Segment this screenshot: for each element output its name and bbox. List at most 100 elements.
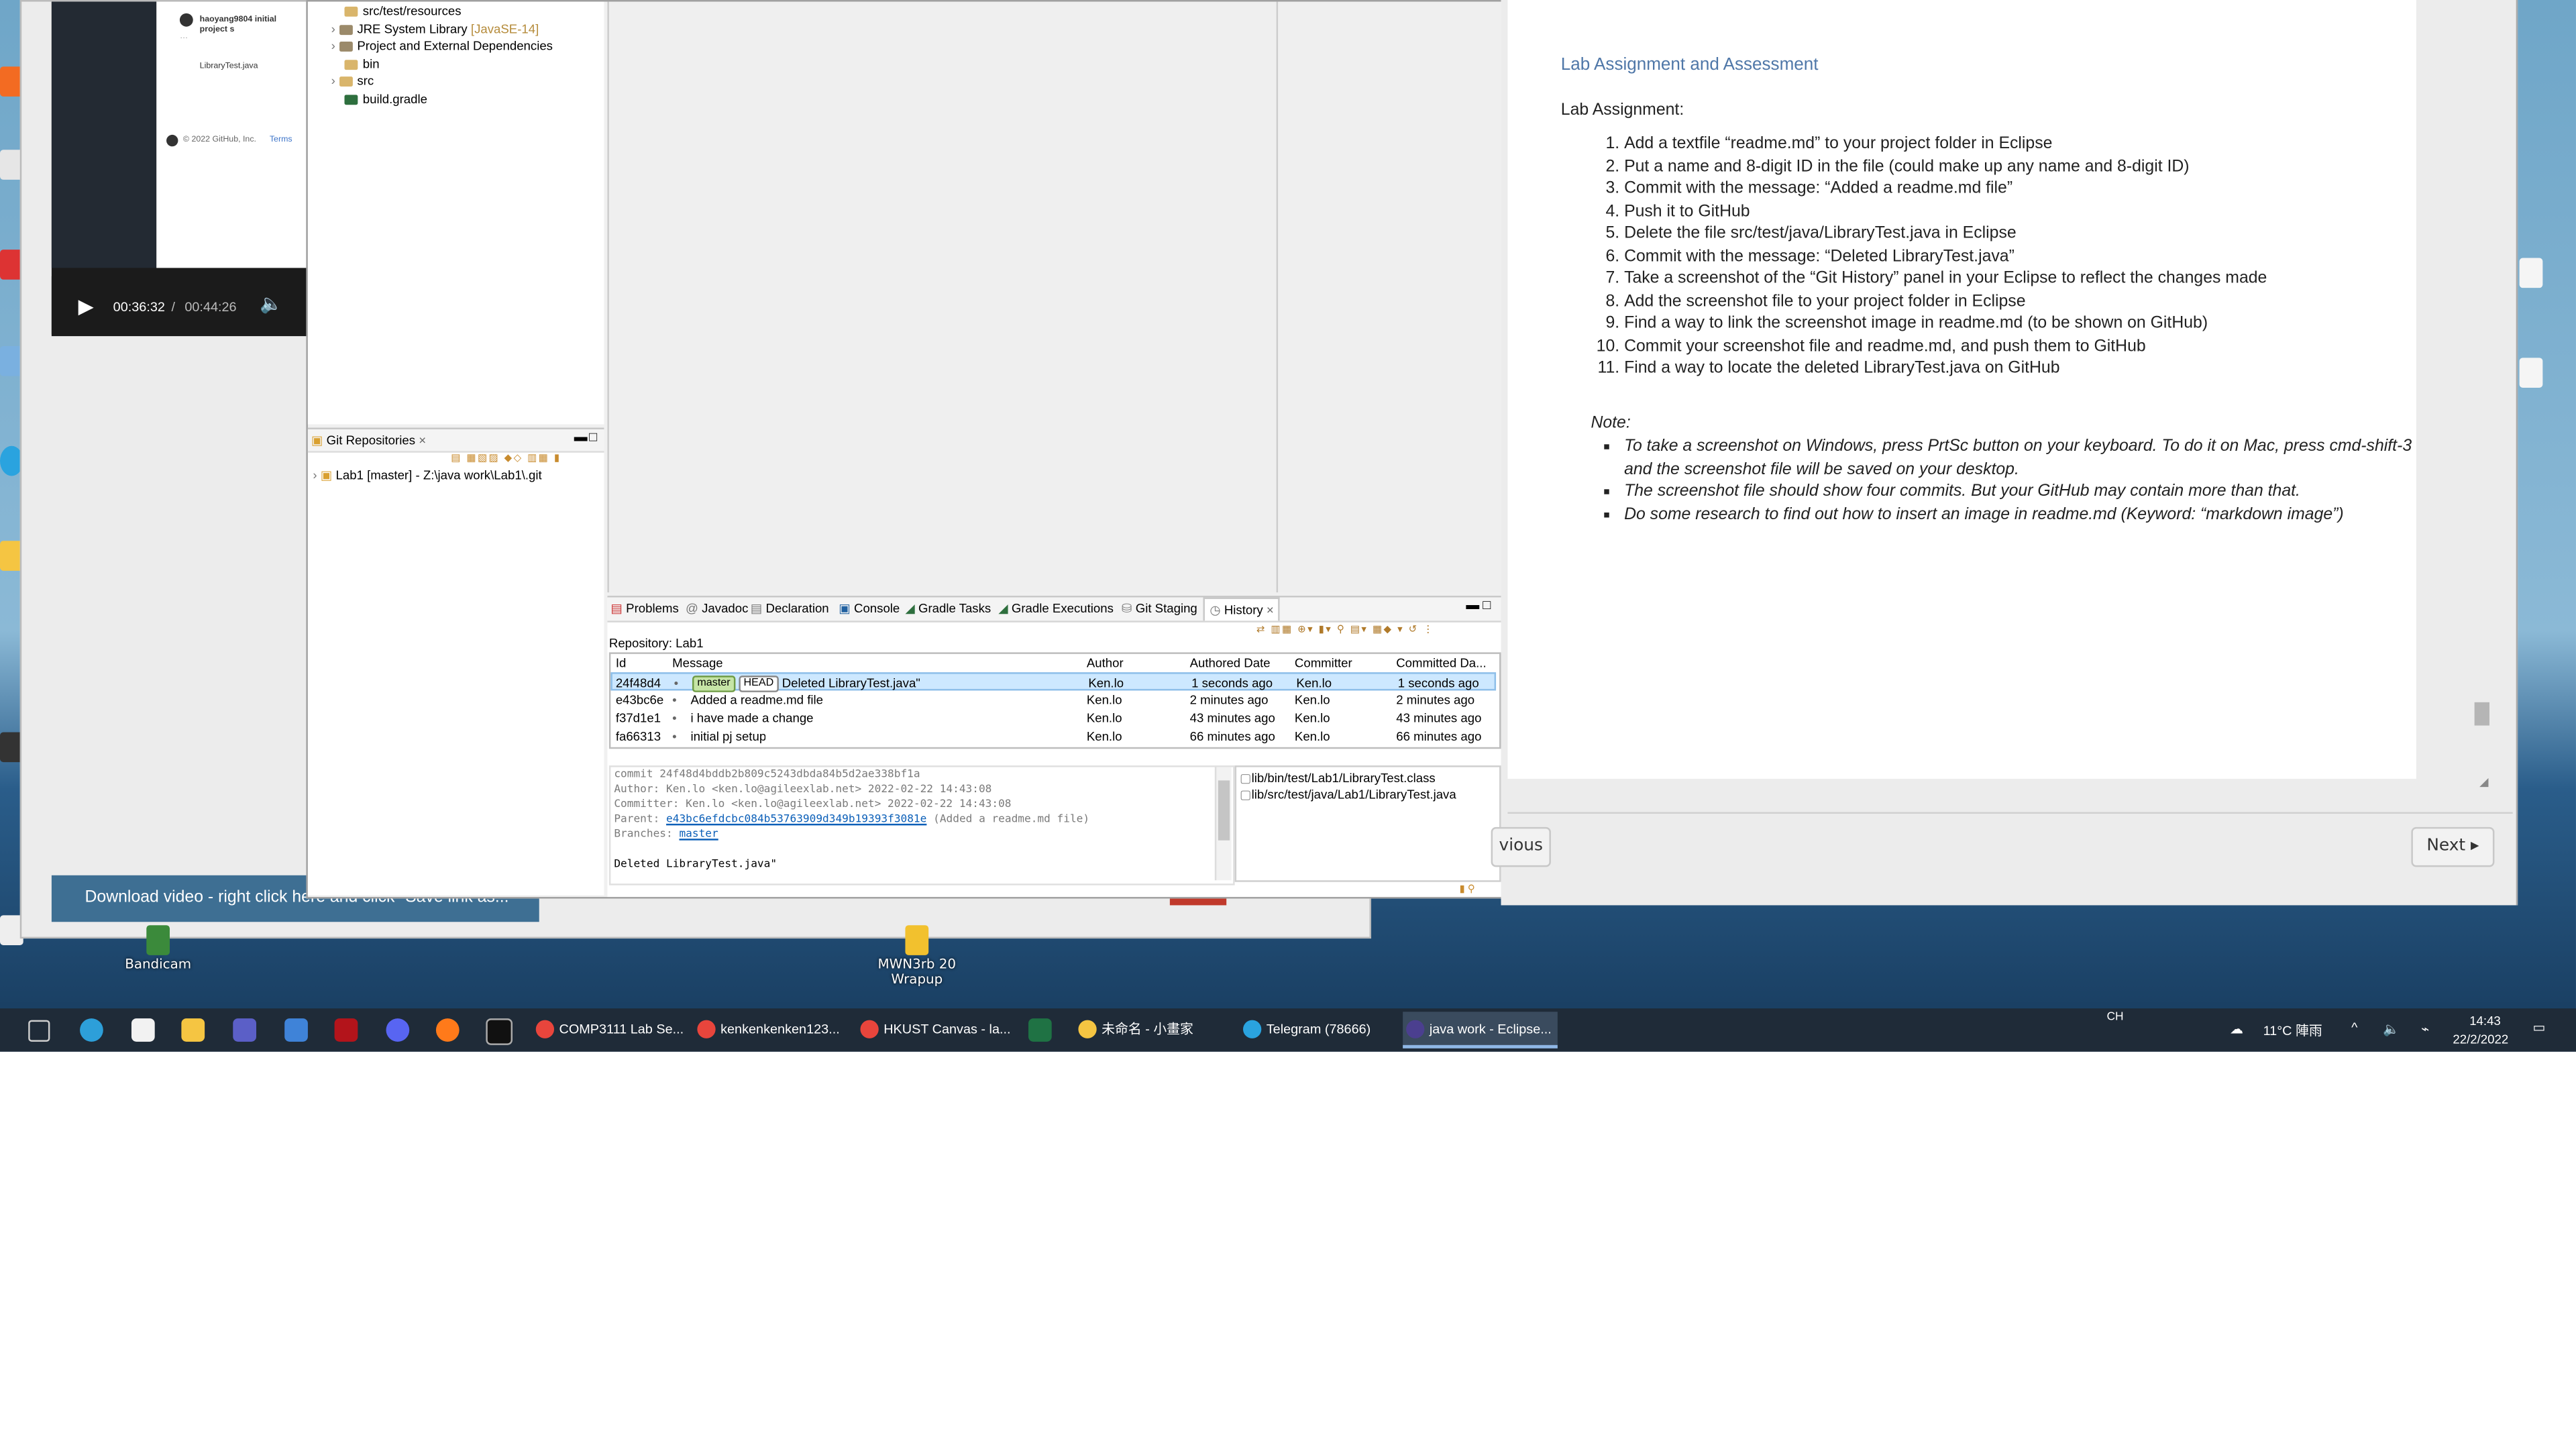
- tree-item[interactable]: › JRE System Library [JavaSE-14]: [331, 21, 539, 38]
- editor-area: [607, 1, 1279, 593]
- task-view-icon[interactable]: [28, 1020, 50, 1042]
- bandicam-desktop-icon[interactable]: [146, 925, 170, 955]
- branch-link[interactable]: master: [679, 827, 718, 841]
- clock-time[interactable]: 14:43: [2469, 1014, 2501, 1028]
- volume-icon[interactable]: 🔈: [260, 293, 282, 315]
- taskbar-app-telegram[interactable]: Telegram (78666): [1240, 1012, 1419, 1049]
- tab-console[interactable]: ▣ Console: [839, 600, 900, 615]
- excel-icon[interactable]: [1028, 1018, 1052, 1042]
- resize-grip-icon[interactable]: ◢: [2479, 775, 2488, 789]
- store-icon[interactable]: [131, 1018, 155, 1042]
- tab-gradle-executions[interactable]: ◢ Gradle Executions: [998, 600, 1114, 615]
- close-icon[interactable]: ×: [1267, 602, 1274, 617]
- taskbar-app-eclipse[interactable]: java work - Eclipse...: [1403, 1012, 1558, 1049]
- teams-icon[interactable]: [233, 1018, 257, 1042]
- play-icon[interactable]: ▶: [78, 294, 94, 318]
- bottom-panel: ▤ Problems @ Javadoc ▤ Declaration ▣ Con…: [607, 596, 1501, 898]
- folder-icon: [344, 6, 358, 17]
- weather-text[interactable]: 11°C 陣雨: [2263, 1022, 2322, 1040]
- chevron-up-icon[interactable]: ^: [2351, 1020, 2357, 1035]
- close-icon[interactable]: ×: [419, 433, 426, 447]
- chevron-right-icon[interactable]: ›: [331, 21, 335, 36]
- column-header[interactable]: Authored Date: [1190, 654, 1271, 672]
- lab-page-content: Lab Assignment and Assessment Lab Assign…: [1507, 0, 2416, 779]
- next-button[interactable]: Next ▸: [2411, 826, 2495, 867]
- branch-badge: master: [692, 676, 736, 692]
- column-header[interactable]: Author: [1087, 654, 1124, 672]
- page-title: Lab Assignment and Assessment: [1560, 54, 1819, 75]
- commit-message-cell: i have made a change: [690, 710, 814, 726]
- git-repos-toolbar[interactable]: ▤ ▦▧▨ ◆◇ ▥▦ ▮: [451, 453, 600, 466]
- tree-item[interactable]: build.gradle: [344, 91, 427, 108]
- taskbar-app-chrome-github[interactable]: kenkenkenken123...: [694, 1012, 873, 1049]
- tree-item[interactable]: src/test/resources: [344, 3, 462, 20]
- taskbar-app-chrome-canvas[interactable]: HKUST Canvas - la...: [857, 1012, 1037, 1049]
- chevron-right-icon[interactable]: ›: [331, 73, 335, 88]
- maximize-icon[interactable]: □: [589, 429, 597, 444]
- authored-date-cell: 2 minutes ago: [1189, 692, 1269, 708]
- previous-button[interactable]: vious: [1491, 826, 1551, 867]
- volume-icon[interactable]: 🔈: [2383, 1022, 2400, 1036]
- folder-icon: [339, 76, 352, 87]
- notification-icon[interactable]: ▭: [2532, 1020, 2545, 1035]
- list-item: Commit your screenshot file and readme.m…: [1624, 335, 2473, 358]
- tab-problems[interactable]: ▤ Problems: [610, 600, 678, 615]
- staging-icon: ⛁: [1121, 600, 1132, 616]
- app-icon[interactable]: [284, 1018, 308, 1042]
- ime-indicator[interactable]: CH: [2106, 1012, 2123, 1023]
- table-row[interactable]: fa66313 • initial pj setup Ken.lo 66 min…: [610, 727, 1496, 745]
- github-footer: © 2022 GitHub, Inc.: [182, 134, 256, 145]
- network-icon[interactable]: ⌁: [2421, 1022, 2429, 1036]
- column-header[interactable]: Id: [616, 654, 627, 672]
- tree-item[interactable]: › src: [331, 73, 374, 90]
- commit-id: 24f48d4: [615, 676, 661, 691]
- column-header[interactable]: Committed Da...: [1396, 654, 1496, 672]
- list-item: Commit with the message: “Deleted Librar…: [1624, 246, 2473, 268]
- authored-date-cell: 1 seconds ago: [1191, 676, 1273, 691]
- git-repo-item[interactable]: › ▣ Lab1 [master] - Z:\java work\Lab1\.g…: [313, 468, 541, 482]
- minimize-icon[interactable]: ▬: [1466, 598, 1479, 612]
- tab-javadoc[interactable]: @ Javadoc: [686, 600, 748, 615]
- list-item[interactable]: ▢lib/src/test/java/Lab1/LibraryTest.java: [1236, 786, 1499, 802]
- parent-commit-link[interactable]: e43bc6efdcbc084b53763909d349b19393f3081e: [666, 812, 926, 826]
- video-sidebar-frame: [51, 1, 157, 268]
- discord-icon[interactable]: [386, 1018, 410, 1042]
- taskbar-app-paint[interactable]: 未命名 - 小畫家: [1075, 1012, 1254, 1049]
- vertical-scrollbar[interactable]: [1214, 767, 1232, 881]
- minimize-icon[interactable]: ▬: [574, 429, 588, 444]
- tab-history[interactable]: ◷ History ×: [1203, 597, 1281, 621]
- tab-gradle-tasks[interactable]: ◢ Gradle Tasks: [905, 600, 991, 615]
- weather-icon[interactable]: ☁: [2230, 1022, 2243, 1036]
- table-row[interactable]: f37d1e1 • i have made a change Ken.lo 43…: [610, 709, 1496, 727]
- desktop-file-icon[interactable]: [2519, 258, 2543, 288]
- page-scrollbar-thumb[interactable]: [2474, 702, 2489, 726]
- desktop-file-icon[interactable]: [2519, 358, 2543, 388]
- edge-icon[interactable]: [80, 1018, 103, 1042]
- file-explorer-icon[interactable]: [181, 1018, 205, 1042]
- tree-item[interactable]: bin: [344, 56, 380, 73]
- clock-date[interactable]: 22/2/2022: [2453, 1032, 2508, 1046]
- committer-cell: Ken.lo: [1294, 692, 1330, 708]
- chevron-right-icon[interactable]: ›: [331, 38, 335, 53]
- history-toolbar[interactable]: ⇄ ▥▦ ⊕▾ ▮▾ ⚲ ▤▾ ▦◆ ▾ ↺ ⋮: [1256, 624, 1499, 639]
- firefox-icon[interactable]: [435, 1018, 460, 1042]
- tab-git-repositories[interactable]: ▣ Git Repositories ×: [311, 433, 426, 447]
- author-cell: Ken.lo: [1086, 692, 1122, 708]
- tree-item[interactable]: › Project and External Dependencies: [331, 38, 553, 55]
- list-item[interactable]: ▢lib/bin/test/Lab1/LibraryTest.class: [1236, 767, 1499, 786]
- desktop-file-icon[interactable]: [905, 925, 929, 955]
- taskbar-app-chrome-lab[interactable]: COMP3111 Lab Se...: [533, 1012, 712, 1049]
- tab-declaration[interactable]: ▤ Declaration: [751, 600, 829, 615]
- scrollbar-thumb[interactable]: [1218, 780, 1230, 841]
- column-header[interactable]: Message: [672, 654, 723, 672]
- tab-git-staging[interactable]: ⛁ Git Staging: [1122, 600, 1197, 615]
- table-row[interactable]: 24f48d4 • master HEAD Deleted LibraryTest.…: [610, 672, 1497, 692]
- commit-branches-line: Branches: master: [614, 826, 718, 841]
- commit-detail[interactable]: commit 24f48d4bddb2b809c5243dbda84b5d2ae…: [608, 765, 1235, 885]
- maximize-icon[interactable]: □: [1483, 598, 1491, 612]
- table-row[interactable]: e43bc6e • Added a readme.md file Ken.lo …: [610, 690, 1496, 708]
- terminal-icon[interactable]: [486, 1018, 513, 1045]
- app-icon[interactable]: [334, 1018, 358, 1042]
- chevron-right-icon[interactable]: ›: [313, 468, 317, 482]
- column-header[interactable]: Committer: [1295, 654, 1352, 672]
